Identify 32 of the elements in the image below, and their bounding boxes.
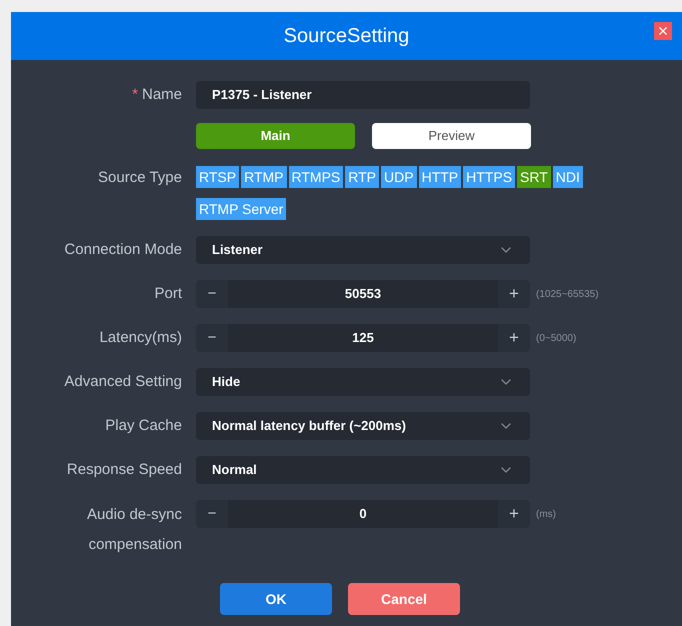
range-hint: (ms): [536, 508, 556, 522]
dropdown[interactable]: Listener: [196, 236, 530, 264]
dropdown[interactable]: Hide: [196, 368, 530, 396]
stream-tab[interactable]: Main: [196, 123, 355, 149]
required-mark: *: [132, 86, 138, 103]
number-field[interactable]: 125: [228, 324, 498, 352]
field-label: Port: [154, 285, 182, 302]
field-label: Advanced Setting: [64, 373, 182, 390]
increment-button[interactable]: +: [498, 500, 530, 528]
field-label: Connection Mode: [64, 241, 182, 258]
field-label: Play Cache: [105, 417, 182, 434]
increment-button[interactable]: +: [498, 280, 530, 308]
decrement-button[interactable]: −: [196, 324, 228, 352]
decrement-button[interactable]: −: [196, 280, 228, 308]
increment-button[interactable]: +: [498, 324, 530, 352]
decrement-button[interactable]: −: [196, 500, 228, 528]
field-label: Latency(ms): [99, 329, 182, 346]
range-hint: (0~5000): [536, 332, 576, 346]
field-label: Name: [142, 86, 182, 103]
stream-tab[interactable]: Preview: [372, 123, 531, 149]
range-hint: (1025~65535): [536, 288, 599, 302]
name-field[interactable]: P1375 - Listener: [196, 81, 530, 109]
dropdown[interactable]: Normal: [196, 456, 530, 484]
ok-button[interactable]: OK: [220, 583, 332, 615]
number-field[interactable]: 50553: [228, 280, 498, 308]
window-title: SourceSetting: [284, 24, 410, 49]
field-label: Audio de-sync compensation: [86, 505, 182, 555]
field-label: Source Type: [98, 169, 182, 186]
field-label: Response Speed: [66, 461, 182, 478]
source-type-option[interactable]: SRT: [517, 166, 551, 188]
number-field[interactable]: 0: [228, 500, 498, 528]
dropdown[interactable]: Normal latency buffer (~200ms): [196, 412, 530, 440]
